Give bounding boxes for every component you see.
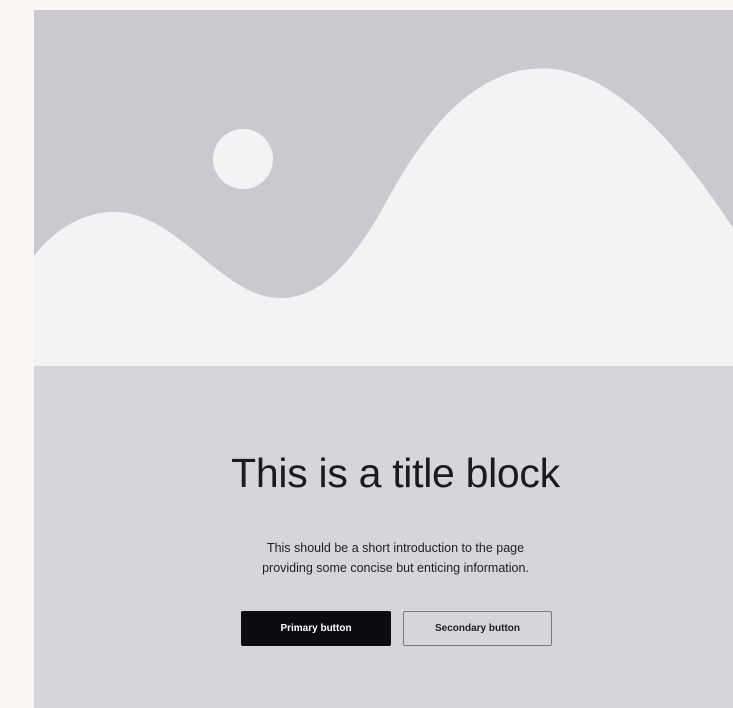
secondary-button[interactable]: Secondary button	[403, 611, 552, 646]
intro-line: This should be a short introduction to t…	[266, 541, 525, 555]
intro-line: providing some concise but enticing info…	[262, 561, 529, 575]
page-title: This is a title block	[231, 450, 560, 496]
primary-button[interactable]: Primary button	[241, 611, 391, 646]
hero-section-card: This is a title block This should be a s…	[34, 10, 733, 708]
page-introduction: This should be a short introduction to t…	[34, 538, 733, 578]
sun-circle	[213, 129, 273, 189]
title-block: This is a title block This should be a s…	[34, 366, 733, 708]
image-placeholder-icon	[34, 10, 733, 366]
hero-image-placeholder	[34, 10, 733, 366]
